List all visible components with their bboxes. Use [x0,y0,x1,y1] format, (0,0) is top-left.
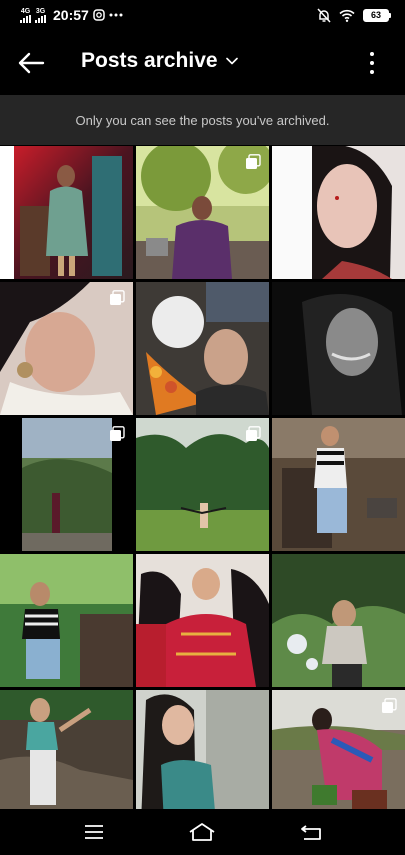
archived-post-12[interactable] [272,554,405,687]
archived-post-9[interactable] [272,418,405,551]
multiple-photos-icon [110,290,125,305]
archived-post-3[interactable] [272,146,405,279]
multiple-photos-icon [110,426,125,441]
multiple-photos-icon [246,154,261,169]
back-icon [300,825,321,840]
archived-post-14[interactable] [136,690,269,809]
battery-icon: 63 [363,8,391,22]
archived-post-10[interactable] [0,554,133,687]
archived-post-2[interactable] [136,146,269,279]
archived-post-7[interactable] [0,418,133,551]
network-label-4g: 4G [20,7,31,15]
page-title: Posts archive [81,49,218,72]
signal-4g-icon: 4G [20,8,31,23]
home-button[interactable] [182,812,222,852]
battery-level: 63 [363,8,389,22]
archived-post-6[interactable] [272,282,405,415]
arrow-left-icon [18,52,45,74]
instagram-icon [93,9,105,21]
back-button[interactable] [16,49,46,77]
multiple-photos-icon [382,698,397,713]
status-time: 20:57 [53,7,89,23]
archived-posts-grid [0,146,405,809]
more-dots-icon [109,13,123,17]
archived-post-11[interactable] [136,554,269,687]
more-options-button[interactable] [365,50,379,76]
signal-3g-icon: 3G [35,8,46,23]
network-label-3g: 3G [35,7,46,15]
app-header: Posts archive [0,30,405,95]
archived-post-1[interactable] [0,146,133,279]
wifi-icon [339,9,355,22]
menu-icon [85,825,104,839]
archived-post-15[interactable] [272,690,405,809]
archive-notice: Only you can see the posts you've archiv… [0,95,405,145]
archive-type-selector[interactable]: Posts archive [81,49,238,73]
archived-post-13[interactable] [0,690,133,809]
system-back-button[interactable] [291,812,331,852]
mute-bell-icon [317,7,331,23]
chevron-down-icon [225,57,238,65]
archived-post-8[interactable] [136,418,269,551]
status-bar: 4G 3G 20:57 63 [0,0,405,30]
archive-notice-text: Only you can see the posts you've archiv… [75,112,330,128]
home-icon [189,823,215,841]
system-nav-bar [0,809,405,855]
recent-apps-button[interactable] [74,812,114,852]
archived-post-4[interactable] [0,282,133,415]
archived-post-5[interactable] [136,282,269,415]
multiple-photos-icon [246,426,261,441]
